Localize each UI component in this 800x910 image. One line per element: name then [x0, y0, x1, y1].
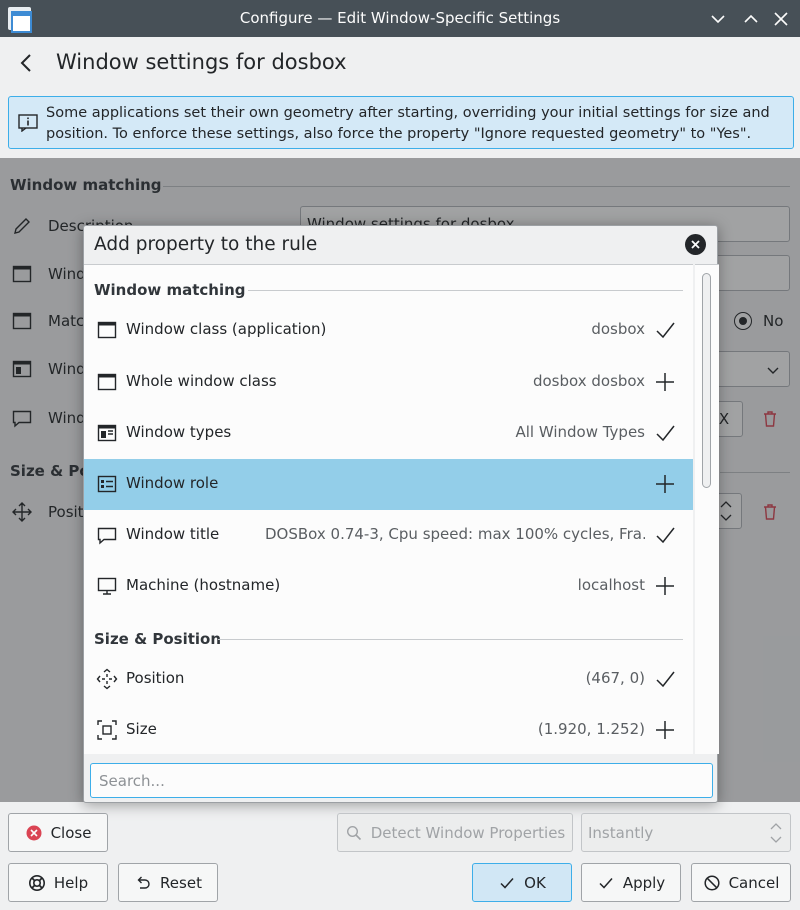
window-icon [97, 321, 117, 339]
scroll-thumb[interactable] [702, 273, 711, 488]
detect-delay-spinbox[interactable]: Instantly [581, 813, 791, 852]
reset-button-label: Reset [160, 873, 202, 892]
cancel-button-label: Cancel [728, 873, 780, 892]
apply-button[interactable]: Apply [581, 863, 681, 902]
close-button-label: Close [50, 823, 92, 842]
property-whole-window-class[interactable]: Whole window class dosbox dosbox [84, 357, 693, 408]
chevron-down-icon[interactable] [707, 8, 729, 30]
dialog-close-button[interactable] [685, 234, 706, 255]
window-role-icon [97, 475, 117, 493]
help-lifebuoy-icon [28, 874, 45, 891]
property-label: Size [126, 720, 157, 738]
window-title: Configure — Edit Window-Specific Setting… [239, 9, 561, 27]
property-label: Window role [126, 474, 219, 492]
property-size[interactable]: Size (1.920, 1.252) [84, 705, 693, 754]
check-icon [599, 877, 613, 889]
back-arrow-icon [20, 54, 31, 72]
resize-icon [97, 720, 117, 740]
property-window-types[interactable]: Window types All Window Types [84, 408, 693, 459]
property-label: Machine (hostname) [126, 576, 281, 594]
dialog-title: Add property to the rule [94, 234, 318, 255]
cancel-icon [704, 874, 720, 891]
check-icon[interactable] [654, 319, 676, 341]
property-value: localhost [577, 576, 645, 594]
property-window-role[interactable]: Window role [84, 459, 693, 510]
property-value: (467, 0) [585, 669, 645, 687]
close-button[interactable]: Close [8, 813, 108, 852]
divider [248, 290, 683, 291]
close-circle-icon [26, 825, 42, 840]
property-position[interactable]: Position (467, 0) [84, 654, 693, 705]
property-label: Whole window class [126, 372, 277, 390]
close-icon [691, 240, 700, 249]
list-scrollbar[interactable] [695, 264, 719, 754]
undo-icon [137, 876, 150, 889]
close-icon[interactable] [770, 8, 792, 30]
info-text: Some applications set their own geometry… [46, 105, 770, 142]
check-icon[interactable] [654, 668, 676, 690]
ok-button-label: OK [524, 873, 546, 892]
detect-button-label: Detect Window Properties [370, 823, 566, 842]
property-window-title[interactable]: Window title DOSBox 0.74-3, Cpu speed: m… [84, 510, 693, 561]
list-section-size-position: Size & Position [94, 630, 222, 648]
property-value: dosbox [591, 320, 645, 338]
detect-properties-button[interactable]: Detect Window Properties [337, 813, 573, 852]
property-label: Window title [126, 525, 220, 543]
window-icon [97, 373, 117, 391]
info-icon [18, 114, 38, 132]
chevron-up-icon[interactable] [740, 8, 762, 30]
help-button-label: Help [53, 873, 89, 892]
plus-icon[interactable] [654, 371, 676, 393]
divider [218, 639, 683, 640]
monitor-icon [97, 577, 117, 595]
add-property-dialog: Add property to the rule Window matching… [83, 225, 719, 803]
window-types-icon [97, 424, 117, 442]
move-icon [96, 668, 118, 690]
property-window-class[interactable]: Window class (application) dosbox [84, 305, 693, 356]
help-button[interactable]: Help [8, 863, 108, 902]
check-icon [500, 877, 514, 889]
property-search-input[interactable] [90, 763, 713, 798]
check-icon[interactable] [654, 422, 676, 444]
reset-button[interactable]: Reset [118, 863, 218, 902]
property-label: Window types [126, 423, 232, 441]
detect-delay-value: Instantly [588, 823, 654, 842]
list-section-window-matching: Window matching [94, 281, 246, 299]
apply-button-label: Apply [622, 873, 666, 892]
window-title-icon [97, 527, 117, 545]
page-title: Window settings for dosbox [56, 50, 347, 74]
spin-arrows-icon[interactable] [768, 819, 784, 847]
property-value: dosbox dosbox [532, 372, 645, 390]
property-list[interactable]: Window matching Window class (applicatio… [84, 264, 693, 754]
back-button[interactable] [14, 50, 40, 76]
plus-icon[interactable] [654, 473, 676, 495]
property-value: (1.920, 1.252) [537, 720, 645, 738]
property-machine-hostname[interactable]: Machine (hostname) localhost [84, 561, 693, 612]
title-bar: Configure — Edit Window-Specific Setting… [0, 0, 800, 37]
property-value: DOSBox 0.74-3, Cpu speed: max 100% cycle… [265, 525, 645, 543]
page-header: Window settings for dosbox [0, 37, 800, 90]
ok-button[interactable]: OK [472, 863, 572, 902]
info-banner: Some applications set their own geometry… [8, 96, 794, 149]
property-label: Window class (application) [126, 320, 327, 338]
check-icon[interactable] [654, 524, 676, 546]
search-icon [346, 825, 361, 840]
property-value: All Window Types [515, 423, 645, 441]
property-label: Position [126, 669, 185, 687]
cancel-button[interactable]: Cancel [691, 863, 791, 902]
plus-icon[interactable] [654, 719, 676, 741]
plus-icon[interactable] [654, 575, 676, 597]
